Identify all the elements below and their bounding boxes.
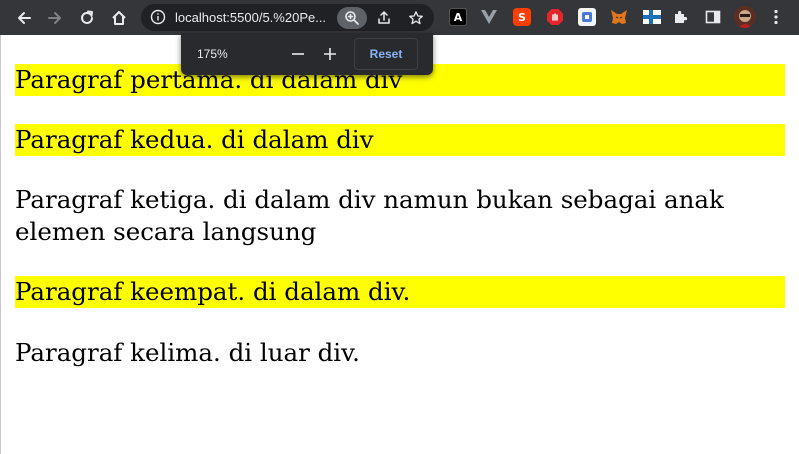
- zoom-reset-button[interactable]: Reset: [354, 38, 418, 70]
- reload-button[interactable]: [75, 6, 99, 30]
- minus-icon: [292, 53, 304, 55]
- site-info-icon[interactable]: [150, 9, 166, 25]
- angular-extension-icon[interactable]: A: [449, 8, 467, 26]
- star-icon: [409, 11, 423, 25]
- zoom-popup: 175% Reset: [181, 33, 433, 75]
- profile-avatar[interactable]: [734, 6, 756, 28]
- vue-devtools-icon[interactable]: [480, 8, 498, 26]
- side-panel-button[interactable]: [704, 8, 722, 26]
- bookmark-button[interactable]: [405, 7, 427, 29]
- share-icon: [378, 11, 390, 24]
- flag-extension-icon[interactable]: [643, 8, 661, 26]
- home-icon: [112, 11, 126, 25]
- adblock-extension-icon[interactable]: [546, 8, 564, 26]
- back-button[interactable]: [12, 6, 36, 30]
- forward-button[interactable]: [43, 6, 67, 30]
- zoom-indicator-button[interactable]: [337, 7, 367, 29]
- plus-icon: [324, 48, 336, 60]
- back-arrow-icon: [18, 12, 31, 24]
- home-button[interactable]: [107, 6, 131, 30]
- zoom-level-text: 175%: [197, 47, 228, 61]
- zoom-out-button[interactable]: [288, 44, 308, 64]
- paragraph-4: Paragraf keempat. di dalam div.: [15, 276, 785, 308]
- metamask-fox-icon[interactable]: [610, 8, 628, 26]
- zoom-in-button[interactable]: [320, 44, 340, 64]
- forward-arrow-icon: [48, 12, 61, 24]
- puzzle-icon: [675, 10, 688, 23]
- window-edge: [0, 35, 1, 454]
- kebab-menu-icon: [774, 9, 778, 25]
- browser-menu-button[interactable]: [767, 8, 785, 26]
- reload-icon: [81, 10, 93, 24]
- svelte-extension-icon[interactable]: S: [513, 8, 531, 26]
- paragraph-2: Paragraf kedua. di dalam div: [15, 124, 785, 156]
- address-bar[interactable]: localhost:5500/5.%20Pe...: [141, 4, 434, 31]
- avatar-icon: [734, 6, 756, 28]
- blue-extension-icon[interactable]: [578, 8, 596, 26]
- extensions-puzzle-button[interactable]: [672, 8, 690, 26]
- paragraph-3: Paragraf ketiga. di dalam div namun buka…: [15, 185, 724, 246]
- browser-toolbar: localhost:5500/5.%20Pe... A S: [0, 0, 799, 35]
- share-button[interactable]: [373, 7, 395, 29]
- zoom-magnifier-icon: [345, 11, 359, 25]
- side-panel-icon: [705, 10, 721, 24]
- paragraph-5: Paragraf kelima. di luar div.: [15, 338, 360, 367]
